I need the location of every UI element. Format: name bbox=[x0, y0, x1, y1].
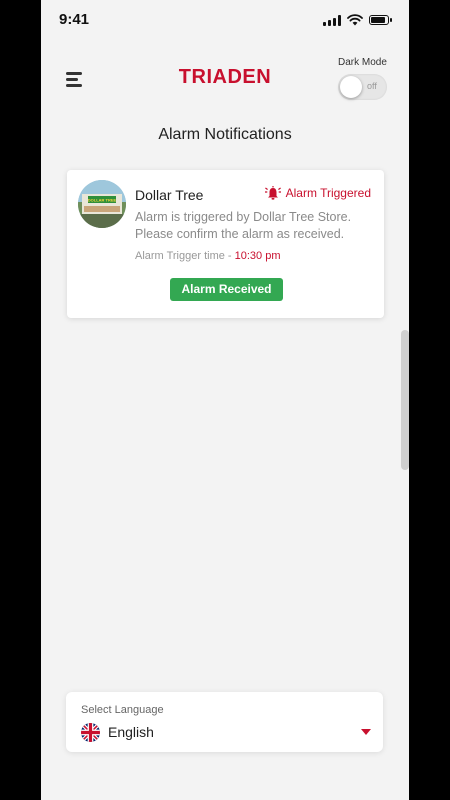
app-screen: 9:41 TRIADEN Dark Mode off Alarm Notific… bbox=[41, 0, 409, 800]
alarm-received-button[interactable]: Alarm Received bbox=[170, 278, 283, 301]
trigger-time-row: Alarm Trigger time - 10:30 pm bbox=[135, 250, 281, 262]
alarm-bell-icon bbox=[264, 186, 281, 200]
chevron-down-icon bbox=[361, 729, 371, 735]
language-label: Select Language bbox=[81, 704, 164, 716]
status-icons bbox=[323, 14, 392, 26]
wifi-icon bbox=[347, 14, 363, 26]
dark-mode-toggle[interactable]: off bbox=[338, 74, 387, 100]
store-name: Dollar Tree bbox=[135, 187, 204, 203]
avatar-sign-text: DOLLAR TREE bbox=[88, 198, 117, 203]
language-select[interactable]: Select Language English bbox=[66, 692, 383, 752]
store-avatar: DOLLAR TREE bbox=[78, 180, 126, 228]
alarm-notification-card: DOLLAR TREE Dollar Tree Alarm Triggered … bbox=[67, 170, 384, 318]
page-title: Alarm Notifications bbox=[158, 126, 292, 143]
toggle-knob bbox=[340, 76, 362, 98]
trigger-time-value: 10:30 pm bbox=[234, 250, 281, 262]
dark-mode-label: Dark Mode bbox=[338, 57, 387, 68]
trigger-time-label: Alarm Trigger time - bbox=[135, 250, 235, 262]
alarm-message: Alarm is triggered by Dollar Tree Store.… bbox=[135, 210, 352, 241]
language-value: English bbox=[108, 724, 154, 740]
battery-icon bbox=[369, 15, 392, 25]
status-bar: 9:41 bbox=[41, 10, 409, 32]
toggle-state-label: off bbox=[367, 81, 377, 91]
alarm-status: Alarm Triggered bbox=[264, 186, 371, 200]
alarm-status-text: Alarm Triggered bbox=[285, 186, 371, 200]
status-time: 9:41 bbox=[59, 11, 90, 28]
scrollbar[interactable] bbox=[401, 330, 409, 470]
uk-flag-icon bbox=[81, 723, 100, 742]
cellular-signal-icon bbox=[323, 14, 341, 26]
